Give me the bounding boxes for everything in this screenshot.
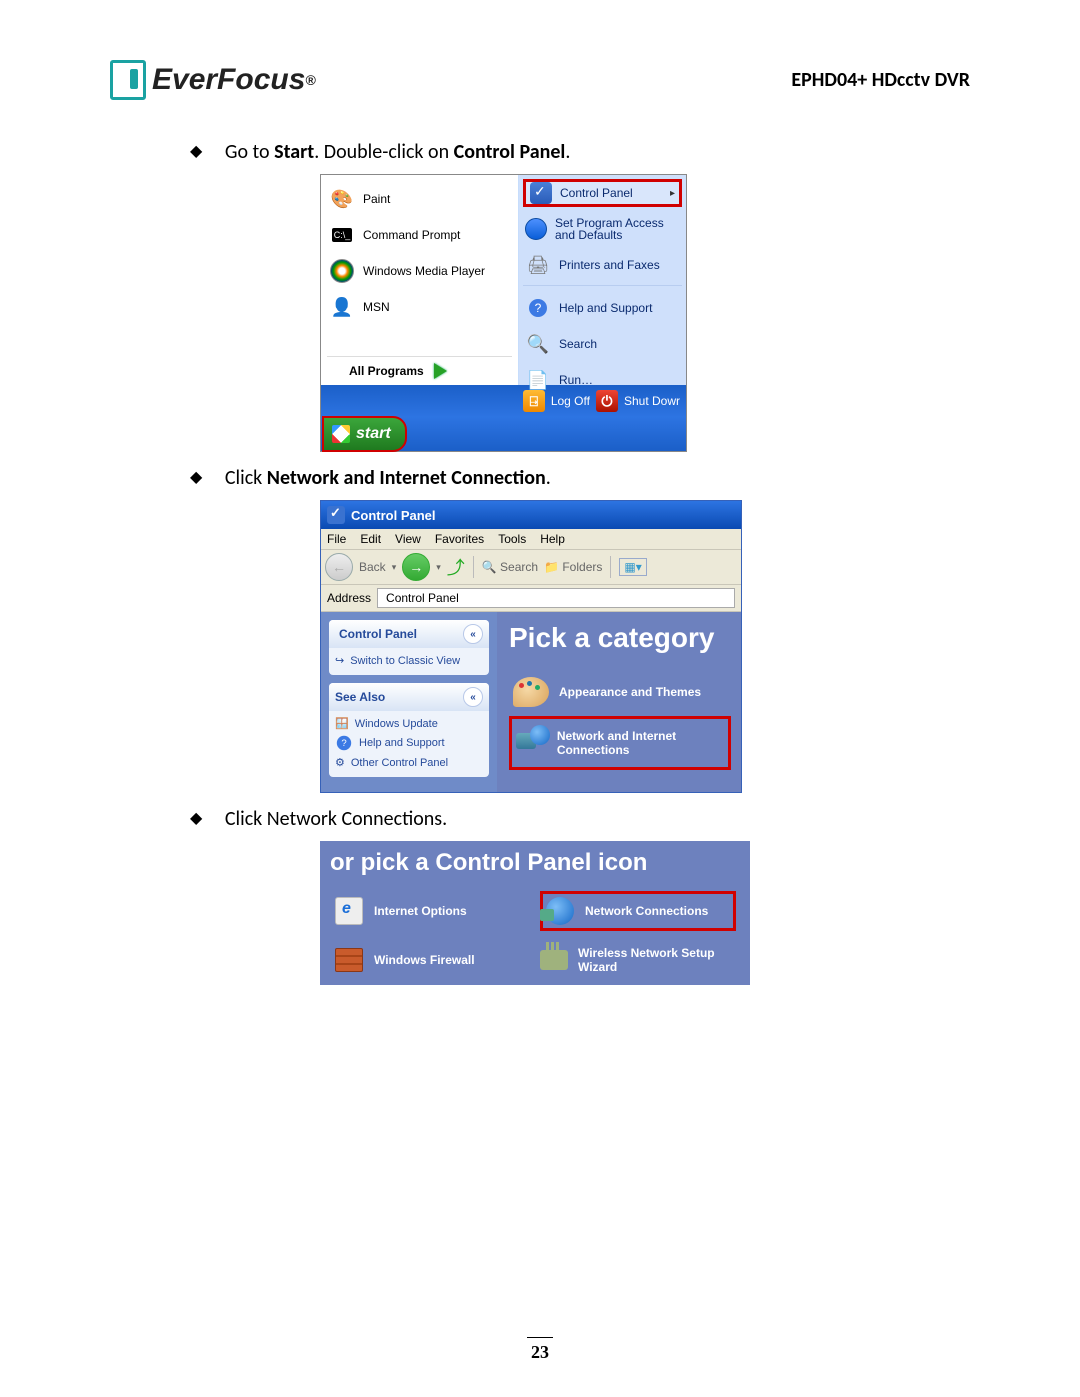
network-connections-icon bbox=[545, 896, 575, 926]
option-internet-options[interactable]: Internet Options bbox=[334, 891, 530, 931]
arrow-icon: ↪ bbox=[335, 654, 344, 667]
step1-text: ◆ Go to Start. Double-click on Control P… bbox=[190, 140, 970, 164]
option-wireless-wizard[interactable]: Wireless Network Setup Wizard bbox=[540, 945, 736, 975]
start-item-msn[interactable]: 👤 MSN bbox=[327, 289, 512, 325]
network-icon bbox=[516, 725, 547, 761]
link-other-cp[interactable]: ⚙Other Control Panel bbox=[335, 754, 483, 771]
firewall-icon bbox=[334, 945, 364, 975]
option-windows-firewall[interactable]: Windows Firewall bbox=[334, 945, 530, 975]
address-field[interactable]: Control Panel bbox=[377, 588, 735, 608]
pick-icon-title: or pick a Control Panel icon bbox=[320, 841, 750, 881]
brand-name: EverFocus bbox=[152, 63, 305, 97]
paint-icon: 🎨 bbox=[329, 186, 355, 212]
bullet-icon: ◆ bbox=[190, 808, 202, 828]
taskbar: start bbox=[321, 417, 686, 451]
search-icon: 🔍 bbox=[525, 331, 551, 357]
window-toolbar: ← Back▾ →▾ ⤴ 🔍 Search 📁 Folders ▦▾ bbox=[321, 550, 741, 585]
other-icon: ⚙ bbox=[335, 756, 345, 769]
start-item-control-panel[interactable]: Control Panel bbox=[523, 179, 682, 207]
bullet-icon: ◆ bbox=[190, 141, 202, 161]
folders-button[interactable]: 📁 Folders bbox=[544, 560, 602, 574]
collapse-icon[interactable]: « bbox=[463, 687, 483, 707]
cmd-icon: C:\_ bbox=[329, 222, 355, 248]
wireless-wizard-icon bbox=[540, 945, 568, 975]
collapse-icon[interactable]: « bbox=[463, 624, 483, 644]
link-windows-update[interactable]: 🪟Windows Update bbox=[335, 715, 483, 732]
msn-icon: 👤 bbox=[329, 294, 355, 320]
start-item-help[interactable]: ? Help and Support bbox=[523, 290, 682, 326]
step2-text: ◆ Click Network and Internet Connection. bbox=[190, 466, 970, 490]
search-button[interactable]: 🔍 Search bbox=[482, 560, 538, 574]
globe-icon bbox=[525, 216, 547, 242]
menu-file[interactable]: File bbox=[327, 532, 346, 546]
printer-icon: 🖨 bbox=[525, 252, 551, 278]
internet-options-icon bbox=[334, 896, 364, 926]
document-title: EPHD04+ HDcctv DVR bbox=[791, 68, 970, 92]
palette-icon bbox=[513, 674, 549, 710]
start-item-search[interactable]: 🔍 Search bbox=[523, 326, 682, 362]
views-button[interactable]: ▦▾ bbox=[619, 558, 646, 576]
menu-view[interactable]: View bbox=[395, 532, 421, 546]
link-help-support[interactable]: ?Help and Support bbox=[335, 732, 483, 754]
forward-button[interactable]: → bbox=[402, 553, 430, 581]
shutdown-icon[interactable]: ⏻ bbox=[596, 390, 618, 412]
category-appearance[interactable]: Appearance and Themes bbox=[509, 668, 731, 716]
back-button[interactable]: ← bbox=[325, 553, 353, 581]
page-number: 23 bbox=[527, 1337, 553, 1363]
start-item-cmd[interactable]: C:\_ Command Prompt bbox=[327, 217, 512, 253]
window-menubar: File Edit View Favorites Tools Help bbox=[321, 529, 741, 550]
address-label: Address bbox=[327, 591, 371, 605]
step3-text: ◆ Click Network Connections. bbox=[190, 807, 970, 831]
help-icon: ? bbox=[525, 295, 551, 321]
up-button[interactable]: ⤴ bbox=[447, 554, 465, 580]
screenshot-control-panel-window: Control Panel File Edit View Favorites T… bbox=[320, 500, 742, 793]
all-programs[interactable]: All Programs bbox=[327, 356, 512, 385]
help-icon: ? bbox=[337, 736, 351, 750]
arrow-right-icon bbox=[434, 363, 447, 379]
start-item-printers[interactable]: 🖨 Printers and Faxes bbox=[523, 247, 682, 283]
windows-flag-icon bbox=[332, 425, 350, 443]
screenshot-start-menu: 🎨 Paint C:\_ Command Prompt Windows Medi… bbox=[320, 174, 687, 452]
shutdown-button[interactable]: Shut Dowr bbox=[624, 394, 680, 408]
start-item-spad[interactable]: Set Program Access and Defaults bbox=[523, 211, 682, 247]
taskbox-control-panel: Control Panel « ↪Switch to Classic View bbox=[329, 620, 489, 675]
category-network-internet[interactable]: Network and Internet Connections bbox=[509, 716, 731, 770]
window-titlebar: Control Panel bbox=[321, 501, 741, 529]
control-panel-icon bbox=[530, 182, 552, 204]
menu-tools[interactable]: Tools bbox=[498, 532, 526, 546]
back-label: Back bbox=[359, 560, 386, 574]
logoff-icon[interactable]: ⍈ bbox=[523, 390, 545, 412]
switch-classic-view[interactable]: ↪Switch to Classic View bbox=[335, 652, 483, 669]
start-button[interactable]: start bbox=[322, 416, 407, 452]
start-item-paint[interactable]: 🎨 Paint bbox=[327, 181, 512, 217]
option-network-connections[interactable]: Network Connections bbox=[540, 891, 736, 931]
brand-logo: EverFocus® bbox=[110, 60, 316, 100]
screenshot-pick-icon: or pick a Control Panel icon Internet Op… bbox=[320, 841, 750, 985]
taskbox-see-also: See Also « 🪟Windows Update ?Help and Sup… bbox=[329, 683, 489, 777]
menu-help[interactable]: Help bbox=[540, 532, 565, 546]
control-panel-icon bbox=[327, 506, 345, 524]
pick-category-title: Pick a category bbox=[509, 622, 731, 654]
bullet-icon: ◆ bbox=[190, 467, 202, 487]
wmp-icon bbox=[329, 258, 355, 284]
menu-favorites[interactable]: Favorites bbox=[435, 532, 484, 546]
logoff-button[interactable]: Log Off bbox=[551, 394, 590, 408]
menu-edit[interactable]: Edit bbox=[360, 532, 381, 546]
update-icon: 🪟 bbox=[335, 717, 349, 730]
start-item-wmp[interactable]: Windows Media Player bbox=[327, 253, 512, 289]
brand-logo-mark bbox=[110, 60, 146, 100]
